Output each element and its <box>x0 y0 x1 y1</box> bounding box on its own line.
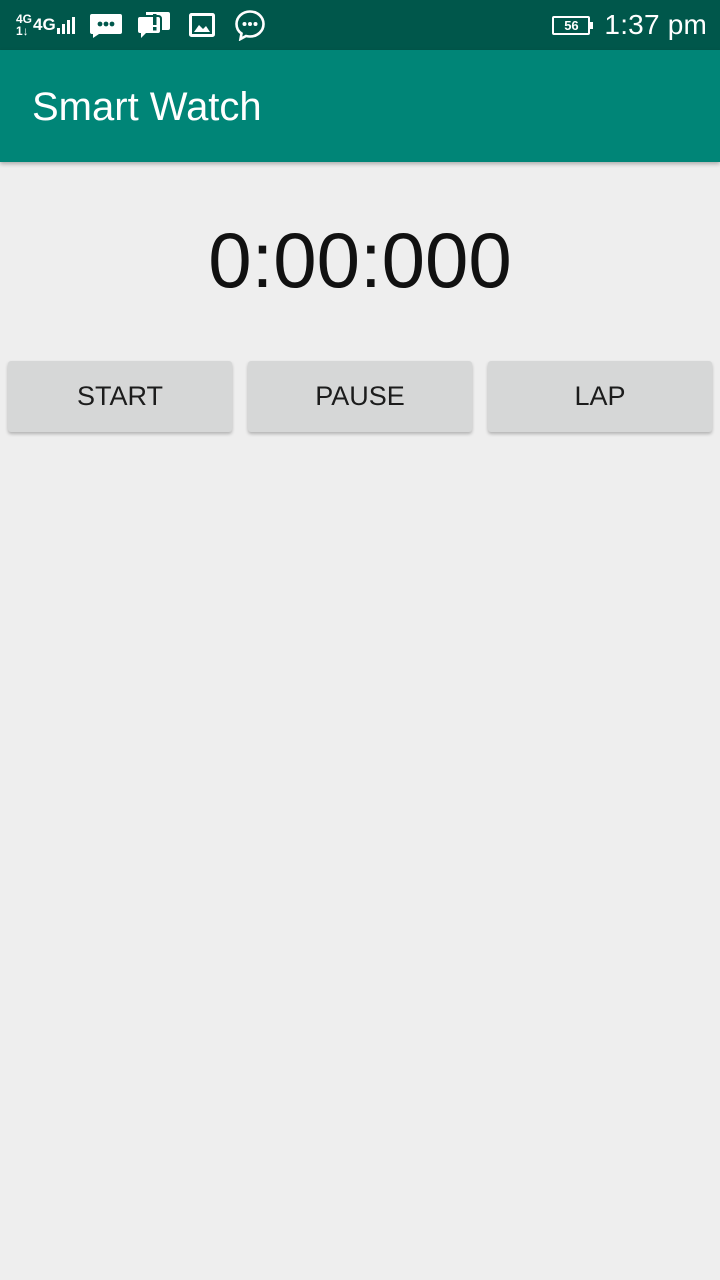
battery-icon: 56 <box>552 15 594 35</box>
status-left-group: 4G 1↓ 4G <box>16 8 281 42</box>
gallery-icon <box>185 8 219 42</box>
message-icon <box>89 8 123 42</box>
stopwatch-display: 0:00:000 <box>208 216 512 304</box>
status-bar: 4G 1↓ 4G 56 1:37 pm <box>0 0 720 50</box>
lap-button[interactable]: LAP <box>488 361 712 432</box>
status-clock: 1:37 pm <box>604 9 707 40</box>
data-activity-label: 1↓ <box>16 24 29 38</box>
app-bar: Smart Watch <box>0 50 720 162</box>
network-type-indicator: 4G 1↓ <box>16 13 32 37</box>
chat-dots-icon <box>233 8 267 42</box>
battery-level: 56 <box>564 17 579 33</box>
signal-strength-icon <box>56 16 75 34</box>
chat-alert-icon <box>137 8 171 42</box>
signal-group: 4G 1↓ 4G <box>16 8 75 42</box>
app-title: Smart Watch <box>32 85 262 129</box>
status-right-group: 56 1:37 pm <box>552 8 707 42</box>
pause-button[interactable]: PAUSE <box>248 361 472 432</box>
control-buttons: START PAUSE LAP <box>8 361 712 432</box>
network-type-label-2: 4G <box>33 15 56 34</box>
start-button[interactable]: START <box>8 361 232 432</box>
